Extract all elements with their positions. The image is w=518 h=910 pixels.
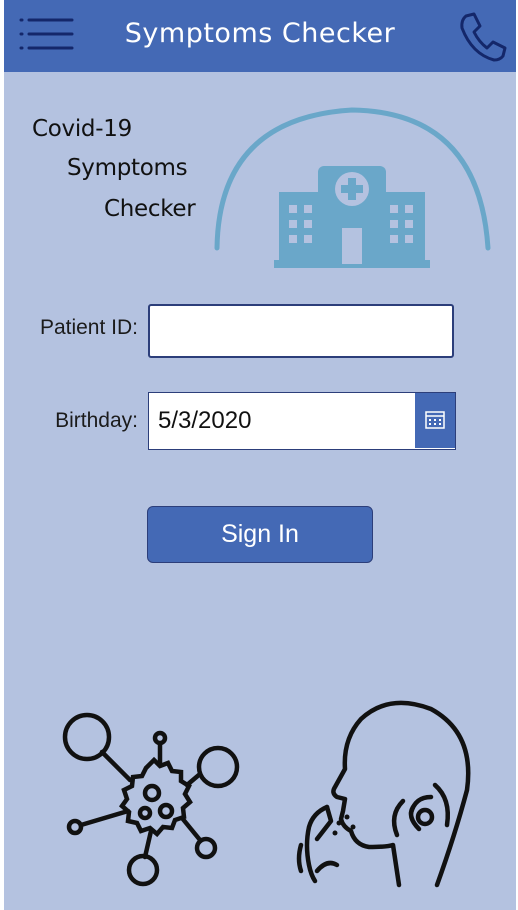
patient-id-label: Patient ID: [39, 316, 138, 339]
app-header: Symptoms Checker [4, 0, 516, 72]
calendar-button[interactable] [415, 393, 455, 448]
sign-in-button[interactable]: Sign In [147, 506, 373, 563]
hospital-icon [214, 107, 491, 268]
calendar-icon [425, 411, 445, 429]
headline-line-1: Covid-19 [32, 116, 132, 142]
app-screen: Symptoms Checker Covid-19 Symptoms Check… [4, 0, 516, 910]
cough-icon [296, 700, 471, 888]
birthday-label: Birthday: [55, 409, 138, 432]
headline-line-2: Symptoms [67, 155, 188, 181]
virus-icon [62, 712, 240, 887]
birthday-input[interactable] [149, 393, 415, 448]
headline-line-3: Checker [104, 196, 196, 222]
phone-icon[interactable] [454, 10, 510, 64]
patient-id-input[interactable] [148, 304, 454, 358]
page-title: Symptoms Checker [124, 18, 396, 49]
birthday-date-picker [148, 392, 456, 450]
